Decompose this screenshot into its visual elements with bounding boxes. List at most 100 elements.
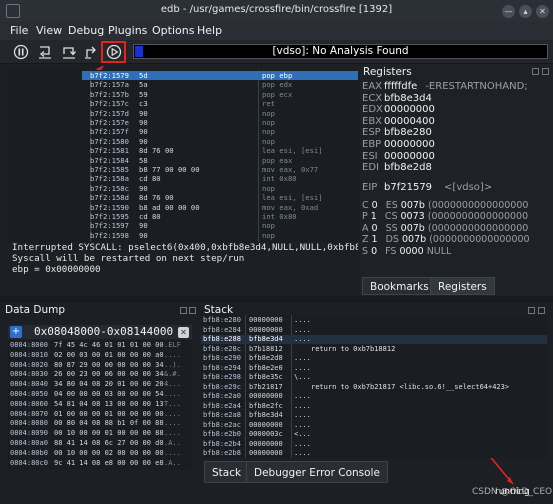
disasm-bytes: 90 [139, 183, 148, 193]
stack-comment: \... [294, 373, 311, 381]
disasm-row[interactable]: b7f2:1584 58 pop eax [6, 156, 358, 165]
tab-registers[interactable]: Registers [430, 277, 495, 295]
float-panel-icon[interactable] [180, 307, 187, 314]
disasm-row[interactable]: b7f2:1580 90 nop [6, 137, 358, 146]
disasm-row[interactable]: b7f2:157d 90 nop [6, 109, 358, 118]
tab-bookmarks[interactable]: Bookmarks [362, 277, 437, 295]
disasm-row[interactable]: b7f2:157c c3 ret [6, 99, 358, 108]
stack-comment: .... [294, 325, 311, 334]
dump-row[interactable]: 0804:80c0 9c 41 14 08 e8 00 00 00 e8 .A.. [8, 459, 194, 468]
disasm-address: b7f2:157a [90, 80, 129, 90]
register-eax[interactable]: EAX fffffdfe -ERESTARTNOHAND; [362, 81, 528, 92]
close-panel-icon[interactable] [189, 307, 196, 314]
data-dump-region-tab[interactable]: + 0x08048000-0x08144000 ✕ [8, 325, 192, 339]
stack-row[interactable]: bfb8:e29c b7b21817 return to 0xb7b21817 <l… [201, 383, 547, 392]
flag-segment-row[interactable]: P 1 CS 0073 (0000000000000000 [362, 211, 528, 222]
dump-row[interactable]: 0804:8080 00 80 04 08 88 b1 0f 00 88.... [8, 419, 194, 428]
dump-row[interactable]: 0804:8070 01 00 00 00 01 00 00 00 00.... [8, 410, 194, 419]
add-tab-icon[interactable]: + [10, 326, 22, 338]
dump-row[interactable]: 0804:8000 7f 45 4c 46 01 01 01 00 00 .ELF [8, 341, 194, 350]
dump-row[interactable]: 0804:8040 34 80 04 08 20 01 00 00 20 4... [8, 380, 194, 389]
stack-row[interactable]: bfb8:e298 bfb8e35c \... [201, 373, 547, 382]
dump-hex: 26 00 23 00 06 00 00 00 34 [54, 370, 164, 379]
dump-row[interactable]: 0804:80b0 00 10 00 00 02 00 00 00 00.... [8, 449, 194, 458]
region-range: 0x08048000-0x08144000 [34, 325, 174, 338]
dump-ascii: .A.. [164, 439, 181, 447]
disasm-row[interactable]: b7f2:157a 5a pop edx [6, 80, 358, 89]
flag-segment-row[interactable]: Z 1 DS 007b (0000000000000000 [362, 234, 530, 245]
flag-segment-row[interactable]: A 0 SS 007b (0000000000000000 [362, 223, 528, 234]
stack-row[interactable]: bfb8:e2a8 bfb8e3d4.... [201, 411, 547, 420]
horizontal-splitter[interactable] [0, 296, 553, 302]
dump-ascii: .ELF [164, 341, 181, 349]
disasm-row[interactable]: b7f2:158a cd 80 int 0x80 [6, 174, 358, 183]
dump-row[interactable]: 0804:8020 80 87 29 00 00 00 00 00 34..). [8, 361, 194, 370]
stack-row[interactable]: bfb8:e280 00000000.... [201, 316, 547, 325]
disasm-address: b7f2:1581 [90, 146, 129, 156]
disasm-row[interactable]: b7f2:157f 90 nop [6, 127, 358, 136]
register-esp[interactable]: ESP bfb8e280 [362, 127, 432, 138]
register-value: 00000000 [384, 139, 435, 150]
stack-row[interactable]: bfb8:e288 bfb8e3d4.... [201, 335, 547, 344]
register-edi[interactable]: EDI bfb8e2d8 [362, 162, 432, 173]
stack-row[interactable]: bfb8:e294 bfb8e2e0.... [201, 364, 547, 373]
disasm-row[interactable]: b7f2:1598 90 nop [6, 231, 358, 240]
register-value: fffffdfe [384, 81, 418, 92]
disasm-row[interactable]: b7f2:1597 90 nop [6, 221, 358, 230]
close-panel-icon[interactable] [538, 307, 545, 314]
disassembly-view[interactable]: b7f2:1579 5d pop ebp b7f2:157a 5a pop edx b7f2… [6, 70, 358, 242]
data-dump-table[interactable]: 0804:8000 7f 45 4c 46 01 01 01 00 00 .ELF 0… [8, 340, 194, 470]
stack-row[interactable]: bfb8:e2b8 00000000.... [201, 449, 547, 458]
flag-segment-row[interactable]: C 0 ES 007b (0000000000000000 [362, 200, 528, 211]
disasm-instruction: pop edx [262, 80, 293, 90]
stack-row[interactable]: bfb8:e290 bfb8e2d8.... [201, 354, 547, 363]
register-edx[interactable]: EDX00000000 [362, 104, 435, 115]
dump-row[interactable]: 0804:8050 04 00 00 00 03 00 00 00 54.... [8, 390, 194, 399]
dump-address: 0804:8060 [10, 399, 48, 408]
stack-table[interactable]: bfb8:e280 00000000.... bfb8:e284 00000000..… [201, 315, 547, 458]
disasm-row[interactable]: b7f2:157e 90 nop [6, 118, 358, 127]
dump-address: 0804:8080 [10, 419, 48, 428]
dump-row[interactable]: 0804:80a0 88 41 14 08 6c 27 00 00 d0 .A.. [8, 439, 194, 448]
register-ebp[interactable]: EBP 00000000 [362, 139, 435, 150]
disasm-row[interactable]: b7f2:158d 8d 76 00 lea esi, [esi] [6, 193, 358, 202]
float-panel-icon[interactable] [532, 68, 539, 75]
register-name: ESI [362, 150, 378, 162]
disasm-bytes: 90 [139, 136, 148, 146]
disasm-row[interactable]: b7f2:1585 b8 77 00 00 00 mov eax, 0x77 [6, 165, 358, 174]
stack-row[interactable]: bfb8:e2a4 bfb8e2fc.... [201, 402, 547, 411]
dump-row[interactable]: 0804:8060 54 81 04 08 13 00 00 00 13 T... [8, 400, 194, 409]
disasm-row[interactable]: b7f2:158c 90 nop [6, 184, 358, 193]
disasm-address: b7f2:1580 [90, 136, 129, 146]
close-tab-icon[interactable]: ✕ [178, 327, 189, 338]
stack-row[interactable]: bfb8:e2a0 00000000.... [201, 392, 547, 401]
stack-value: bfb8e2e0 [249, 363, 283, 372]
register-ecx[interactable]: ECX bfb8e3d4 [362, 93, 432, 104]
register-esi[interactable]: ESI 00000000 [362, 151, 435, 162]
disasm-row[interactable]: b7f2:1581 8d 76 00 lea esi, [esi] [6, 146, 358, 155]
tab-debugger-error-console[interactable]: Debugger Error Console [246, 461, 388, 483]
tab-stack[interactable]: Stack [204, 461, 250, 483]
disasm-row[interactable]: b7f2:1579 5d pop ebp [82, 71, 358, 80]
register-ebx[interactable]: EBX 00000400 [362, 116, 435, 127]
stack-row[interactable]: bfb8:e2ac 00000000.... [201, 421, 547, 430]
disasm-row[interactable]: b7f2:1590 b8 ad 00 00 00 mov eax, 0xad [6, 203, 358, 212]
dump-row[interactable]: 0804:8010 02 00 03 00 01 00 00 00 a0.... [8, 351, 194, 360]
close-panel-icon[interactable] [542, 68, 549, 75]
dump-address: 0804:8010 [10, 350, 48, 359]
flag-segment-row[interactable]: S 0 FS 0000 NULL [362, 246, 451, 257]
float-panel-icon[interactable] [528, 307, 535, 314]
disasm-row[interactable]: b7f2:1595 cd 80 int 0x80 [6, 212, 358, 221]
disasm-row[interactable]: b7f2:157b 59 pop ecx [6, 90, 358, 99]
dump-row[interactable]: 0804:8030 26 00 23 00 06 00 00 00 34 &.#. [8, 370, 194, 379]
disasm-bytes: 59 [139, 89, 148, 99]
segment-name: ES [385, 199, 398, 211]
disasm-instruction: pop ebp [262, 71, 293, 80]
stack-row[interactable]: bfb8:e2b4 00000000.... [201, 440, 547, 449]
stack-row[interactable]: bfb8:e284 00000000.... [201, 326, 547, 335]
stack-row[interactable]: bfb8:e28c b7b18812 return to 0xb7b18812 [201, 345, 547, 354]
dump-row[interactable]: 0804:8090 00 10 00 00 01 00 00 00 88.... [8, 429, 194, 438]
stack-row[interactable]: bfb8:e2b0 0000003c <... [201, 430, 547, 439]
disasm-address: b7f2:157b [90, 89, 129, 99]
register-eip[interactable]: EIP b7f21579 <[vdso]> [362, 182, 492, 193]
